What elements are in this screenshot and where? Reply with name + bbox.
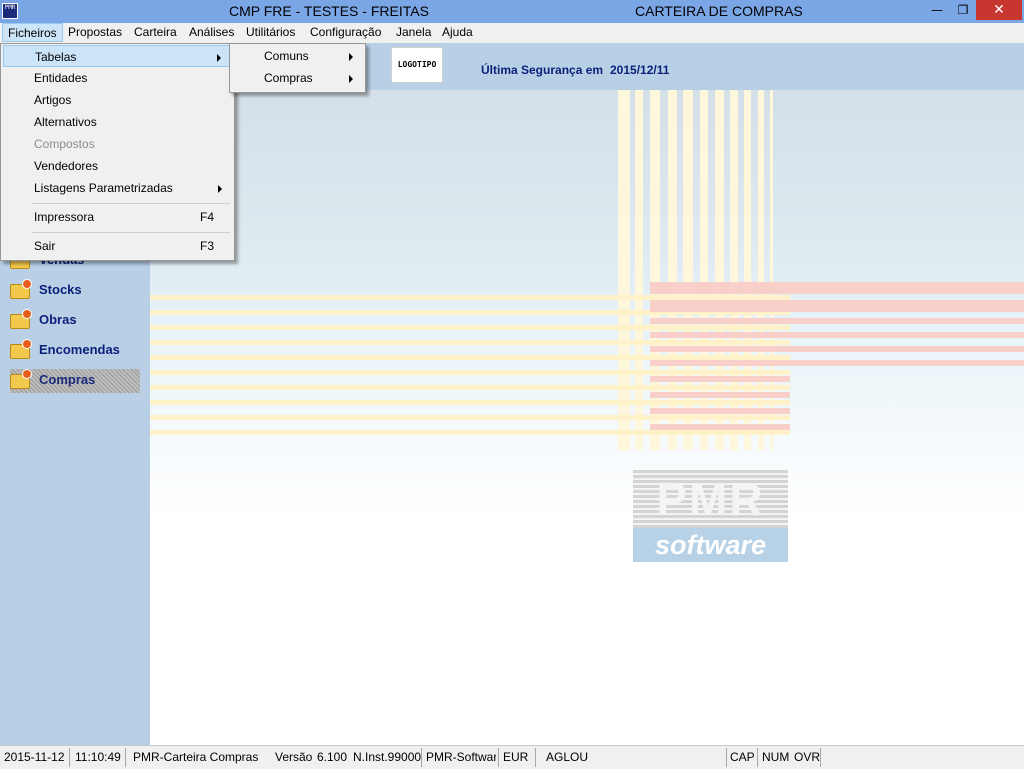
minimize-button[interactable]: — bbox=[924, 0, 950, 20]
menu-item-alternativos[interactable]: Alternativos bbox=[3, 111, 232, 133]
shortcut-label: F4 bbox=[199, 210, 214, 224]
pmr-logo-text: PMR bbox=[633, 470, 788, 528]
status-install: N.Inst.99000 bbox=[353, 750, 422, 764]
menu-item-tabelas[interactable]: Tabelas bbox=[3, 45, 232, 67]
status-user: AGLOU bbox=[546, 750, 589, 764]
status-currency: EUR bbox=[503, 750, 529, 764]
menu-bar: Ficheiros Propostas Carteira Análises Ut… bbox=[0, 23, 1024, 44]
status-version-label: Versão bbox=[275, 750, 313, 764]
menu-propostas[interactable]: Propostas bbox=[63, 23, 127, 42]
menu-separator bbox=[32, 203, 230, 204]
menu-separator bbox=[32, 232, 230, 233]
software-logo-text: software bbox=[633, 528, 788, 562]
folder-star-icon bbox=[10, 279, 32, 299]
status-app: PMR-Carteira Compras bbox=[133, 750, 259, 764]
folder-star-icon bbox=[10, 309, 32, 329]
app-icon[interactable]: PMR bbox=[2, 3, 18, 19]
submenu-arrow-icon bbox=[349, 53, 353, 61]
menu-ficheiros[interactable]: Ficheiros bbox=[2, 23, 63, 42]
menu-item-listagens-parametrizadas[interactable]: Listagens Parametrizadas bbox=[3, 177, 232, 199]
backup-date: 2015/12/11 bbox=[610, 63, 670, 77]
menu-utilitarios[interactable]: Utilitários bbox=[241, 23, 300, 42]
menu-carteira[interactable]: Carteira bbox=[129, 23, 182, 42]
sidebar-item-encomendas[interactable]: Encomendas bbox=[10, 339, 140, 363]
company-logo: LOGOTIPO bbox=[391, 47, 443, 83]
sidebar-item-compras[interactable]: Compras bbox=[10, 369, 140, 393]
sidebar-item-label: Encomendas bbox=[39, 342, 120, 357]
submenu-arrow-icon bbox=[218, 185, 222, 193]
status-date: 2015-11-12 bbox=[4, 750, 65, 764]
pmr-software-logo: PMR software bbox=[633, 470, 788, 562]
menu-item-comuns[interactable]: Comuns bbox=[232, 45, 363, 67]
menu-analises[interactable]: Análises bbox=[184, 23, 239, 42]
menu-item-artigos[interactable]: Artigos bbox=[3, 89, 232, 111]
restore-button[interactable]: ❐ bbox=[950, 0, 976, 20]
folder-star-icon bbox=[10, 339, 32, 359]
menu-item-compras[interactable]: Compras bbox=[232, 67, 363, 89]
status-time: 11:10:49 bbox=[75, 750, 121, 764]
status-cap: CAP bbox=[730, 750, 755, 764]
menu-ajuda[interactable]: Ajuda bbox=[437, 23, 478, 42]
shortcut-label: F3 bbox=[199, 239, 214, 253]
submenu-arrow-icon bbox=[217, 54, 221, 62]
menu-janela[interactable]: Janela bbox=[391, 23, 436, 42]
close-button[interactable]: ✕ bbox=[976, 0, 1022, 20]
menu-item-impressora[interactable]: Impressora F4 bbox=[3, 206, 232, 228]
sidebar-item-label: Obras bbox=[39, 312, 77, 327]
menu-configuracao[interactable]: Configuração bbox=[305, 23, 386, 42]
folder-star-icon bbox=[10, 369, 32, 389]
status-company: PMR-Software bbox=[426, 750, 496, 764]
sidebar-item-label: Stocks bbox=[39, 282, 82, 297]
window-subtitle: CARTEIRA DE COMPRAS bbox=[635, 3, 803, 19]
ficheiros-menu: Tabelas Entidades Artigos Alternativos C… bbox=[0, 43, 235, 261]
submenu-arrow-icon bbox=[349, 75, 353, 83]
menu-item-sair[interactable]: Sair F3 bbox=[3, 235, 232, 257]
status-version: 6.100 bbox=[317, 750, 348, 764]
sidebar-item-stocks[interactable]: Stocks bbox=[10, 279, 140, 303]
sidebar-item-obras[interactable]: Obras bbox=[10, 309, 140, 333]
status-num: NUM bbox=[762, 750, 790, 764]
menu-item-entidades[interactable]: Entidades bbox=[3, 67, 232, 89]
tabelas-submenu: Comuns Compras bbox=[229, 43, 366, 93]
backup-label: Última Segurança em bbox=[481, 63, 604, 77]
menu-item-vendedores[interactable]: Vendedores bbox=[3, 155, 232, 177]
status-bar: 2015-11-12 11:10:49 PMR-Carteira Compras… bbox=[0, 745, 1024, 769]
window-title: CMP FRE - TESTES - FREITAS bbox=[229, 3, 429, 19]
workspace-background bbox=[150, 90, 1024, 745]
title-bar: PMR CMP FRE - TESTES - FREITAS CARTEIRA … bbox=[0, 0, 1024, 23]
menu-item-compostos: Compostos bbox=[34, 137, 95, 151]
sidebar-item-label: Compras bbox=[39, 372, 96, 387]
status-ovr: OVR bbox=[794, 750, 821, 764]
